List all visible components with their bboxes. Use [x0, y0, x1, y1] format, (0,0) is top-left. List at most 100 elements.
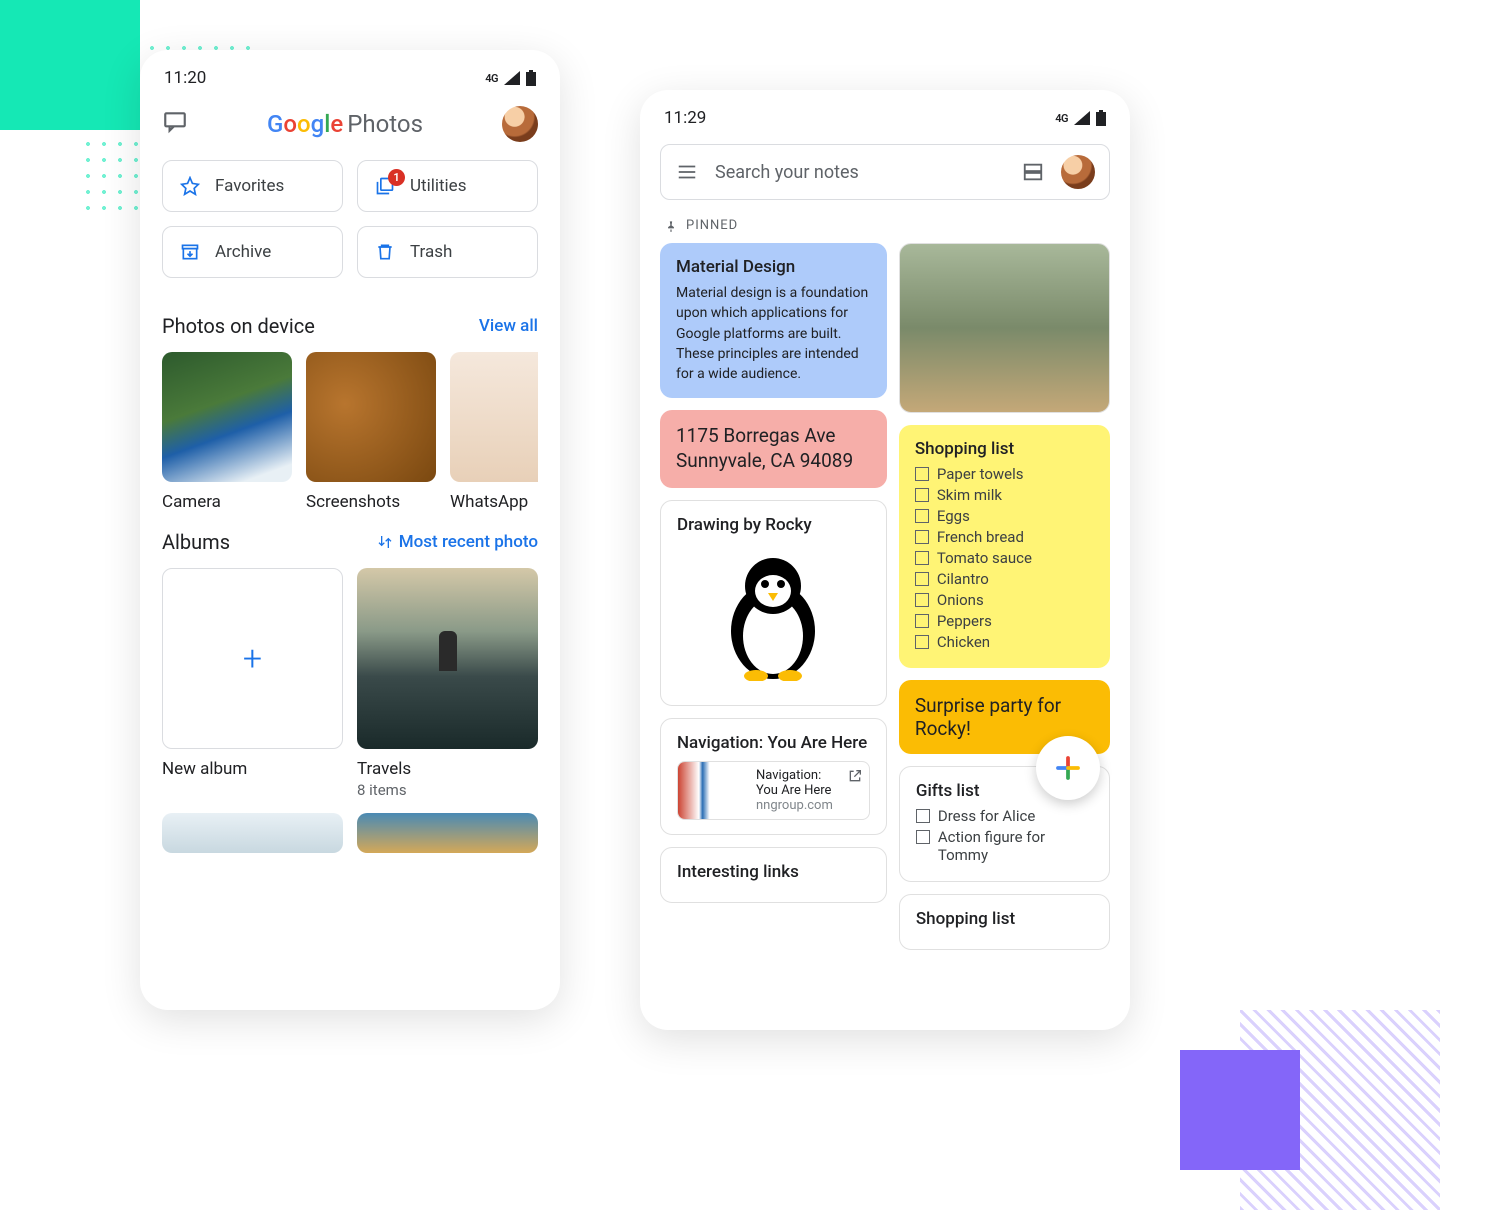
folder-camera[interactable]: Camera [162, 352, 292, 512]
checklist-item[interactable]: Paper towels [915, 465, 1094, 483]
plus-icon [1053, 753, 1083, 783]
checklist-item[interactable]: Cilantro [915, 570, 1094, 588]
checklist-item[interactable]: Onions [915, 591, 1094, 609]
note-title: Drawing by Rocky [677, 515, 870, 535]
checkbox-icon [915, 572, 929, 586]
archive-label: Archive [215, 242, 271, 262]
album-subtitle: 8 items [357, 781, 538, 799]
note-title: Shopping list [915, 439, 1094, 459]
plus-icon: + [162, 568, 343, 749]
link-title: Navigation: You Are Here [756, 768, 833, 798]
battery-icon [1096, 110, 1106, 126]
google-keep-phone: 11:29 4G Search your notes PINNED Materi… [640, 90, 1130, 1030]
pin-icon [664, 219, 678, 233]
star-icon [179, 175, 201, 197]
note-title: Material Design [676, 257, 871, 277]
device-photos-title: Photos on device [162, 314, 315, 338]
feedback-icon[interactable] [162, 109, 188, 139]
checklist-item[interactable]: Dress for Alice [916, 807, 1093, 825]
checklist-label: Tomato sauce [937, 549, 1032, 567]
camera-thumbnail [162, 352, 292, 482]
note-body: Surprise party for Rocky! [915, 694, 1061, 740]
checklist-label: Paper towels [937, 465, 1024, 483]
folder-label: Camera [162, 492, 292, 512]
checkbox-icon [916, 830, 930, 844]
view-all-link[interactable]: View all [479, 316, 538, 336]
search-bar[interactable]: Search your notes [660, 144, 1110, 200]
checklist-item[interactable]: Skim milk [915, 486, 1094, 504]
checklist-item[interactable]: French bread [915, 528, 1094, 546]
checkbox-icon [915, 530, 929, 544]
checkbox-icon [915, 509, 929, 523]
create-note-fab[interactable] [1036, 736, 1100, 800]
checkbox-icon [915, 551, 929, 565]
network-indicator: 4G [485, 72, 498, 85]
app-title: Google Photos [267, 110, 423, 138]
new-album-tile[interactable]: + New album [162, 568, 343, 799]
note-shopping-list[interactable]: Shopping list Paper towels Skim milk Eggs F… [899, 425, 1110, 668]
avatar[interactable] [1061, 155, 1095, 189]
checklist-label: French bread [937, 528, 1024, 546]
signal-icon [504, 71, 520, 85]
checklist-item[interactable]: Peppers [915, 612, 1094, 630]
album-thumbnail[interactable] [357, 813, 538, 853]
note-navigation[interactable]: Navigation: You Are Here Navigation: You… [660, 718, 887, 835]
album-travels[interactable]: Travels 8 items [357, 568, 538, 799]
sort-button[interactable]: Most recent photo [377, 532, 538, 552]
note-body: 1175 Borregas Ave Sunnyvale, CA 94089 [676, 424, 853, 472]
note-body: Material design is a foundation upon whi… [676, 283, 871, 384]
whatsapp-thumbnail [450, 352, 538, 482]
screenshots-thumbnail [306, 352, 436, 482]
note-address[interactable]: 1175 Borregas Ave Sunnyvale, CA 94089 [660, 410, 887, 487]
signal-icon [1074, 111, 1090, 125]
checklist-label: Dress for Alice [938, 807, 1035, 825]
status-time: 11:20 [164, 68, 206, 88]
folder-label: Screenshots [306, 492, 436, 512]
checklist-item[interactable]: Chicken [915, 633, 1094, 651]
checkbox-icon [915, 488, 929, 502]
checklist-label: Eggs [937, 507, 970, 525]
checkbox-icon [915, 467, 929, 481]
favorites-chip[interactable]: Favorites [162, 160, 343, 212]
folder-whatsapp[interactable]: WhatsApp [450, 352, 538, 512]
note-material-design[interactable]: Material Design Material design is a fou… [660, 243, 887, 398]
checkbox-icon [916, 809, 930, 823]
trash-icon [374, 241, 396, 263]
trash-chip[interactable]: Trash [357, 226, 538, 278]
pinned-label: PINNED [686, 218, 738, 233]
sort-label: Most recent photo [399, 532, 538, 552]
search-placeholder: Search your notes [715, 162, 1005, 183]
note-shopping-list-2[interactable]: Shopping list [899, 894, 1110, 950]
layout-toggle-icon[interactable] [1021, 160, 1045, 184]
checklist-label: Chicken [937, 633, 990, 651]
link-preview[interactable]: Navigation: You Are Here nngroup.com [677, 761, 870, 820]
albums-title: Albums [162, 530, 230, 554]
avatar[interactable] [502, 106, 538, 142]
menu-icon[interactable] [675, 160, 699, 184]
google-photos-phone: 11:20 4G Google Photos Favorites 1 Utili… [140, 50, 560, 1010]
link-source: nngroup.com [756, 798, 833, 813]
battery-icon [526, 70, 536, 86]
trash-label: Trash [410, 242, 452, 262]
utilities-chip[interactable]: 1 Utilities [357, 160, 538, 212]
note-dog-photo[interactable] [899, 243, 1110, 413]
folder-screenshots[interactable]: Screenshots [306, 352, 436, 512]
checklist-item[interactable]: Tomato sauce [915, 549, 1094, 567]
status-bar: 11:29 4G [640, 90, 1130, 138]
open-external-icon[interactable] [841, 762, 869, 819]
note-title: Interesting links [677, 862, 870, 882]
checklist-item[interactable]: Action figure for Tommy [916, 828, 1093, 864]
travels-thumbnail [357, 568, 538, 749]
utilities-badge: 1 [388, 169, 405, 186]
note-title: Navigation: You Are Here [677, 733, 870, 753]
checklist-label: Cilantro [937, 570, 989, 588]
checklist-item[interactable]: Eggs [915, 507, 1094, 525]
archive-chip[interactable]: Archive [162, 226, 343, 278]
note-interesting-links[interactable]: Interesting links [660, 847, 887, 903]
penguin-drawing [677, 541, 870, 691]
checkbox-icon [915, 593, 929, 607]
new-album-label: New album [162, 759, 343, 779]
checklist-label: Onions [937, 591, 984, 609]
album-thumbnail[interactable] [162, 813, 343, 853]
note-drawing[interactable]: Drawing by Rocky [660, 500, 887, 706]
